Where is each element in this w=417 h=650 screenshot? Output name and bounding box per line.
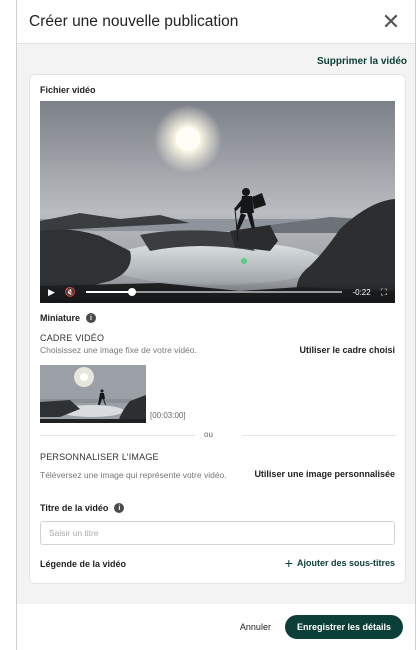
divider-right xyxy=(242,435,397,436)
add-subtitles-label: Ajouter des sous-titres xyxy=(296,558,395,568)
delete-video-link[interactable]: Supprimer la vidéo xyxy=(317,56,407,67)
video-progress-fill xyxy=(86,291,133,293)
use-selected-frame-button[interactable]: Utiliser le cadre choisi xyxy=(299,345,395,355)
video-title-input[interactable] xyxy=(40,521,395,545)
plus-icon: + xyxy=(284,555,293,571)
fullscreen-icon[interactable]: ⛶ xyxy=(381,287,387,298)
info-icon[interactable]: i xyxy=(86,313,97,323)
frame-timestamp: [00:03:00] xyxy=(150,411,186,420)
info-icon[interactable]: i xyxy=(114,503,125,513)
video-progress-bar[interactable] xyxy=(86,288,343,296)
remaining-time: -0:22 xyxy=(352,287,371,297)
thumbnail-heading: Miniature i xyxy=(40,313,97,323)
create-post-dialog: Créer une nouvelle publication ✕ Supprim… xyxy=(16,0,416,650)
custom-image-title: PERSONNALISER L’IMAGE xyxy=(40,452,159,462)
video-progress-knob[interactable] xyxy=(128,288,137,296)
thumbnail-preview[interactable] xyxy=(40,365,146,423)
cancel-button[interactable]: Annuler xyxy=(240,622,271,632)
video-caption-label: Légende de la vidéo xyxy=(40,559,127,569)
video-details-card: Fichier vidéo ▶ 🔇 -0:22 ⛶ Miniature i CA… xyxy=(29,74,406,584)
mute-icon[interactable]: 🔇 xyxy=(65,287,76,298)
video-title-label: Titre de la vidéo xyxy=(40,503,109,513)
video-frame-title: CADRE VIDÉO xyxy=(40,333,105,343)
custom-image-description: Téléversez une image qui représente votr… xyxy=(40,470,227,480)
or-separator: ou xyxy=(200,430,217,439)
page-left-margin xyxy=(0,0,16,650)
video-controls: ▶ 🔇 -0:22 ⛶ xyxy=(40,281,395,303)
add-subtitles-button[interactable]: + Ajouter des sous-titres xyxy=(285,556,395,570)
video-frame-image xyxy=(40,101,395,303)
video-player[interactable]: ▶ 🔇 -0:22 ⛶ xyxy=(40,101,395,303)
dialog-body: Supprimer la vidéo Fichier vidéo ▶ 🔇 -0:… xyxy=(17,44,415,604)
close-icon[interactable]: ✕ xyxy=(381,10,401,33)
video-file-label: Fichier vidéo xyxy=(40,85,96,95)
dialog-title: Créer une nouvelle publication xyxy=(29,12,239,30)
thumbnail-image xyxy=(40,365,146,423)
divider-left xyxy=(40,435,195,436)
video-title-heading: Titre de la vidéo i xyxy=(40,503,125,513)
thumbnail-label: Miniature xyxy=(40,313,81,323)
play-icon[interactable]: ▶ xyxy=(48,287,55,298)
use-custom-image-button[interactable]: Utiliser une image personnalisée xyxy=(254,469,395,479)
dialog-header: Créer une nouvelle publication ✕ xyxy=(17,0,415,44)
video-frame-description: Choisissez une image fixe de votre vidéo… xyxy=(40,345,197,355)
save-details-button[interactable]: Enregistrer les détails xyxy=(284,615,403,639)
dialog-footer: Annuler Enregistrer les détails xyxy=(17,604,415,650)
